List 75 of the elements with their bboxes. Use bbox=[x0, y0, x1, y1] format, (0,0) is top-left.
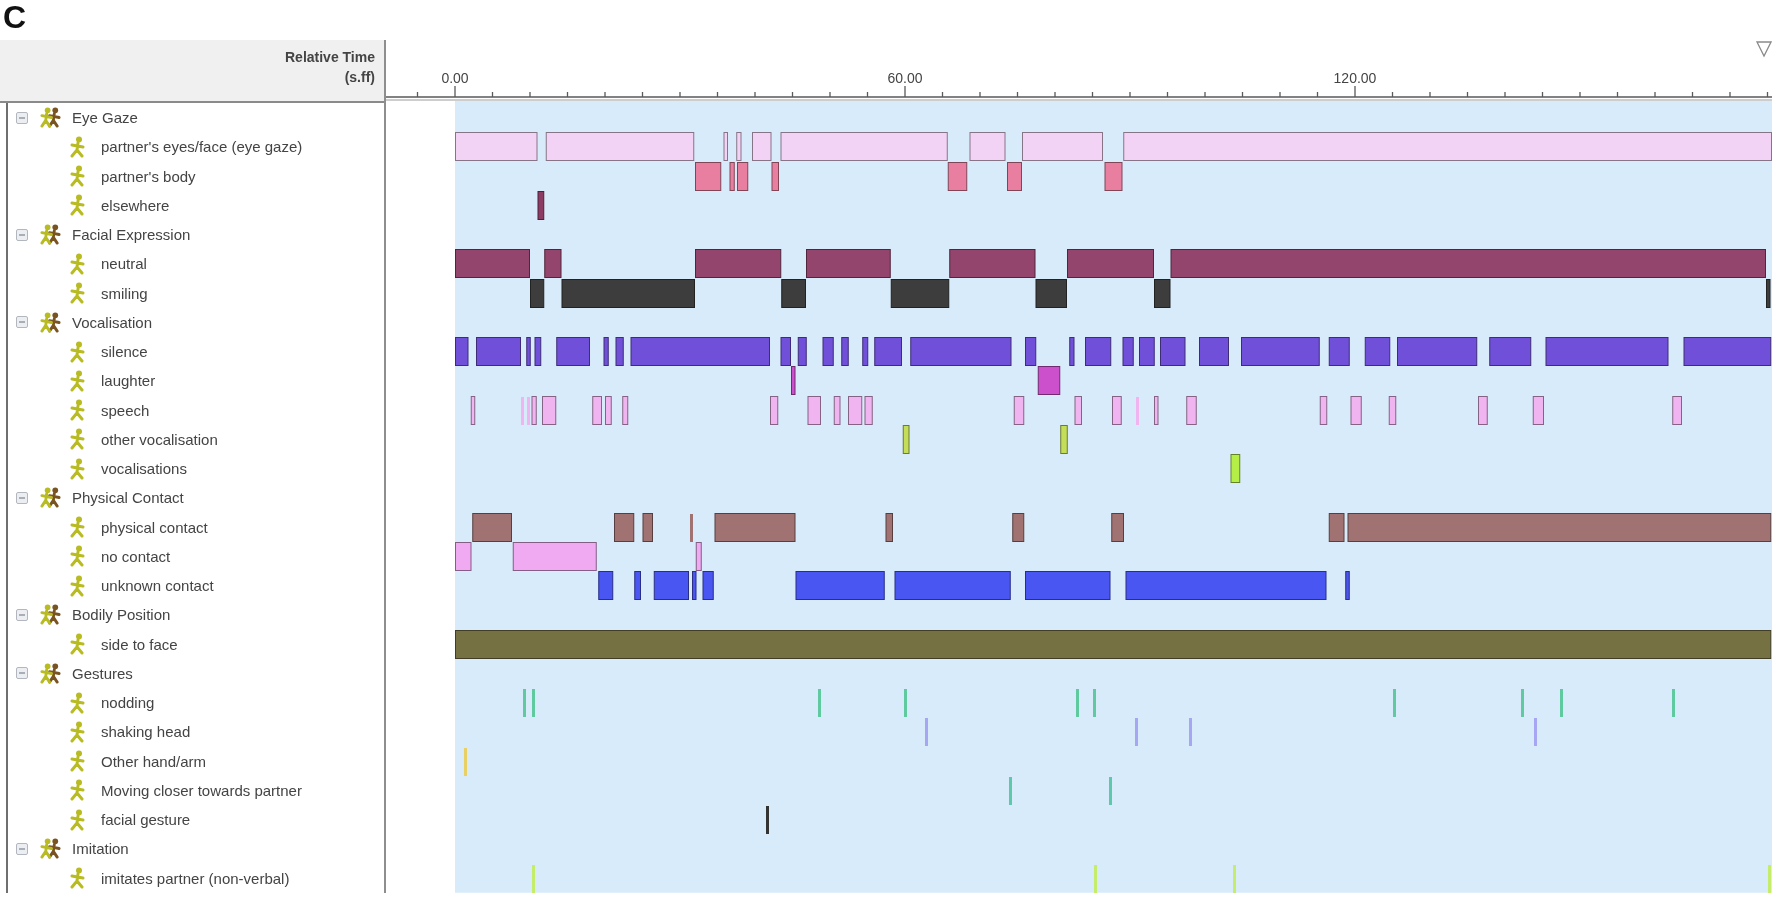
person-icon bbox=[68, 516, 86, 539]
person-icon bbox=[68, 633, 86, 656]
collapse-toggle[interactable] bbox=[16, 667, 28, 680]
collapse-toggle[interactable] bbox=[16, 316, 28, 329]
person-icon bbox=[68, 720, 86, 743]
tier-label[interactable]: Other hand/arm bbox=[101, 752, 207, 770]
person-icon bbox=[68, 428, 86, 451]
tier-label[interactable]: physical contact bbox=[101, 518, 208, 536]
tier-label[interactable]: unknown contact bbox=[101, 577, 214, 595]
person-icon bbox=[68, 574, 86, 597]
tier-label[interactable]: Moving closer towards partner bbox=[101, 781, 302, 799]
tier-label[interactable]: no contact bbox=[101, 547, 171, 565]
person-icon bbox=[68, 369, 86, 392]
tier-group-label[interactable]: Facial Expression bbox=[72, 226, 191, 244]
tier-group-label[interactable]: Imitation bbox=[72, 840, 129, 858]
collapse-toggle[interactable] bbox=[16, 111, 28, 124]
people-icon bbox=[38, 107, 63, 129]
tier-label[interactable]: partner's eyes/face (eye gaze) bbox=[101, 138, 303, 156]
tier-label[interactable]: smiling bbox=[101, 284, 148, 302]
figure-label: C bbox=[3, 0, 27, 34]
person-icon bbox=[68, 340, 86, 363]
person-icon bbox=[68, 691, 86, 714]
person-icon bbox=[68, 252, 86, 275]
tier-label[interactable]: shaking head bbox=[101, 723, 191, 741]
tier-label[interactable]: facial gesture bbox=[101, 811, 191, 829]
annotation-row[interactable] bbox=[695, 162, 1123, 191]
person-icon bbox=[68, 194, 86, 217]
tier-label[interactable]: other vocalisation bbox=[101, 430, 218, 448]
person-icon bbox=[68, 135, 86, 158]
annotation-row[interactable] bbox=[530, 279, 1771, 308]
time-axis-title: Relative Time bbox=[285, 49, 375, 65]
person-icon bbox=[68, 282, 86, 305]
person-icon bbox=[68, 808, 86, 831]
tier-group-label[interactable]: Bodily Position bbox=[72, 606, 171, 624]
tier-group-label[interactable]: Gestures bbox=[72, 664, 133, 682]
people-icon bbox=[38, 224, 63, 246]
person-icon bbox=[68, 750, 86, 773]
tier-group-label[interactable]: Vocalisation bbox=[72, 313, 153, 331]
person-icon bbox=[68, 867, 86, 890]
tier-label[interactable]: partner's body bbox=[101, 167, 196, 185]
people-icon bbox=[38, 662, 63, 684]
collapse-toggle[interactable] bbox=[16, 608, 28, 621]
tier-group-label[interactable]: Eye Gaze bbox=[72, 109, 138, 127]
person-icon bbox=[68, 779, 86, 802]
people-icon bbox=[38, 838, 63, 860]
tick-label: 60.00 bbox=[887, 70, 923, 86]
tier-label[interactable]: silence bbox=[101, 343, 148, 361]
tier-group-label[interactable]: Physical Contact bbox=[72, 489, 184, 507]
person-icon bbox=[68, 545, 86, 568]
collapse-toggle[interactable] bbox=[16, 491, 28, 504]
person-icon bbox=[68, 399, 86, 422]
triangle-icon bbox=[1755, 41, 1772, 58]
annotation-row[interactable] bbox=[537, 191, 545, 220]
annotation-row[interactable] bbox=[472, 513, 1772, 542]
annotation-row[interactable] bbox=[455, 249, 1766, 278]
person-icon bbox=[68, 457, 86, 480]
tier-label[interactable]: nodding bbox=[101, 694, 155, 712]
tier-label[interactable]: side to face bbox=[101, 635, 178, 653]
annotation-row[interactable] bbox=[455, 337, 1772, 366]
time-unit-label: (s.ff) bbox=[344, 69, 375, 85]
tier-label[interactable]: neutral bbox=[101, 255, 147, 273]
people-icon bbox=[38, 311, 63, 333]
people-icon bbox=[38, 487, 63, 509]
collapse-toggle[interactable] bbox=[16, 842, 28, 855]
tier-label[interactable]: elsewhere bbox=[101, 196, 170, 214]
tier-label[interactable]: imitates partner (non-verbal) bbox=[101, 869, 290, 887]
tier-label[interactable]: speech bbox=[101, 401, 150, 419]
people-icon bbox=[38, 604, 63, 626]
tick-label: 120.00 bbox=[1333, 70, 1377, 86]
tick-label: 0.00 bbox=[441, 70, 469, 86]
collapse-toggle[interactable] bbox=[16, 228, 28, 241]
tier-label[interactable]: laughter bbox=[101, 372, 156, 390]
annotation-row[interactable] bbox=[598, 571, 1350, 600]
person-icon bbox=[68, 165, 86, 188]
tier-label[interactable]: vocalisations bbox=[101, 460, 187, 478]
